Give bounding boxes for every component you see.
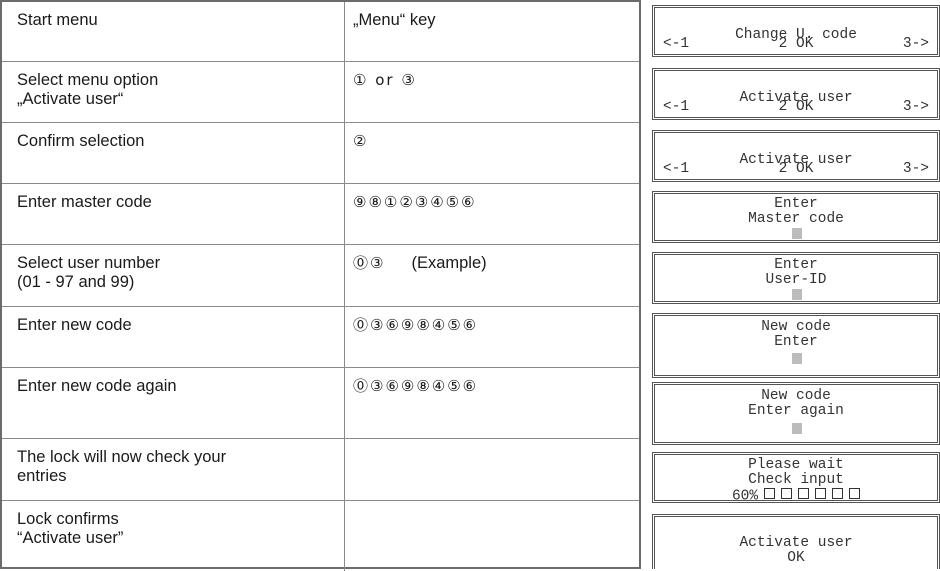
progress-boxes bbox=[758, 488, 861, 503]
cursor-block bbox=[792, 353, 802, 364]
table-row: Start menu „Menu“ key bbox=[2, 2, 639, 62]
step-text: Enter master code bbox=[17, 193, 152, 211]
key-sequence: ② bbox=[353, 132, 369, 150]
lcd-display: Activate user <-1 2 OK 3-> bbox=[652, 130, 940, 182]
lcd-line: OK bbox=[787, 550, 805, 566]
lcd-display: Activate user <-1 2 OK 3-> bbox=[652, 68, 940, 120]
step-cell: Confirm selection bbox=[2, 123, 344, 183]
table-row: Enter new code ⓪③⑥⑨⑧④⑤⑥ bbox=[2, 307, 639, 368]
progress-box bbox=[832, 488, 844, 499]
key-sequence: ⓪③ bbox=[353, 254, 386, 272]
nav-right: 3-> bbox=[902, 36, 929, 52]
step-cell: Enter new code again bbox=[2, 368, 344, 438]
action-cell bbox=[344, 439, 639, 500]
step-text-line2: (01 - 97 and 99) bbox=[17, 273, 135, 291]
step-text: The lock will now check your bbox=[17, 448, 227, 466]
step-text: Start menu bbox=[17, 11, 98, 29]
lcd-nav: <-1 2 OK 3-> bbox=[663, 37, 929, 52]
table-row: Select menu option „Activate user“ ① or … bbox=[2, 62, 639, 123]
lcd-line: Check input bbox=[748, 472, 844, 488]
step-cell: Select user number (01 - 97 and 99) bbox=[2, 245, 344, 306]
key-sequence: ⓪③⑥⑨⑧④⑤⑥ bbox=[353, 316, 479, 334]
lcd-line: Master code bbox=[748, 211, 844, 227]
progress-box bbox=[815, 488, 827, 499]
lcd-display: New code Enter bbox=[652, 313, 940, 378]
step-text: Enter new code bbox=[17, 316, 132, 334]
progress-box bbox=[781, 488, 793, 499]
step-cell: The lock will now check your entries bbox=[2, 439, 344, 500]
action-text: „Menu“ key bbox=[353, 11, 436, 29]
lcd-line: Enter bbox=[774, 334, 818, 350]
step-cell: Start menu bbox=[2, 2, 344, 61]
lcd-display: Activate user OK bbox=[652, 514, 940, 569]
table-row: Select user number (01 - 97 and 99) ⓪③ (E… bbox=[2, 245, 639, 307]
step-text: Lock confirms bbox=[17, 510, 119, 528]
lcd-nav: <-1 2 OK 3-> bbox=[663, 100, 929, 115]
key-sequence: ⑨⑧①②③④⑤⑥ bbox=[353, 193, 477, 211]
table-row: Enter new code again ⓪③⑥⑨⑧④⑤⑥ bbox=[2, 368, 639, 439]
example-note: (Example) bbox=[411, 254, 487, 272]
cursor-block bbox=[792, 228, 802, 239]
progress-box bbox=[798, 488, 810, 499]
lcd-display: Enter Master code bbox=[652, 191, 940, 243]
lcd-display: Change U. code <-1 2 OK 3-> bbox=[652, 5, 940, 57]
step-text: Enter new code again bbox=[17, 377, 177, 395]
progress-line: 60% bbox=[655, 488, 937, 504]
action-cell: ⓪③⑥⑨⑧④⑤⑥ bbox=[344, 368, 639, 438]
step-text-line2: entries bbox=[17, 467, 67, 485]
action-cell: ⑨⑧①②③④⑤⑥ bbox=[344, 184, 639, 244]
lcd-display: Please wait Check input 60% bbox=[652, 452, 940, 504]
key-sequence: ① or ③ bbox=[353, 71, 417, 89]
lcd-line: New code bbox=[761, 388, 831, 404]
lcd-line: Enter again bbox=[748, 403, 844, 419]
nav-ok: 2 OK bbox=[778, 36, 814, 52]
action-cell: ② bbox=[344, 123, 639, 183]
lcd-line: User-ID bbox=[765, 272, 827, 288]
lcd-nav: <-1 2 OK 3-> bbox=[663, 162, 929, 177]
progress-box bbox=[764, 488, 776, 499]
lcd-line: New code bbox=[761, 319, 831, 335]
table-row: The lock will now check your entries bbox=[2, 439, 639, 501]
nav-right: 3-> bbox=[902, 161, 929, 177]
step-text-line2: „Activate user“ bbox=[17, 90, 124, 108]
action-cell: ⓪③⑥⑨⑧④⑤⑥ bbox=[344, 307, 639, 367]
action-cell: ⓪③ (Example) bbox=[344, 245, 639, 306]
step-text: Confirm selection bbox=[17, 132, 145, 150]
table-row: Lock confirms “Activate user” bbox=[2, 501, 639, 571]
step-text: Select menu option bbox=[17, 71, 159, 89]
cursor-block bbox=[792, 289, 802, 300]
table-row: Enter master code ⑨⑧①②③④⑤⑥ bbox=[2, 184, 639, 245]
lcd-display: Enter User-ID bbox=[652, 252, 940, 304]
step-cell: Enter new code bbox=[2, 307, 344, 367]
progress-percent: 60% bbox=[731, 488, 759, 505]
nav-ok: 2 OK bbox=[778, 99, 814, 115]
action-cell bbox=[344, 501, 639, 571]
lcd-line: Enter bbox=[774, 196, 818, 212]
key-sequence: ⓪③⑥⑨⑧④⑤⑥ bbox=[353, 377, 479, 395]
step-cell: Lock confirms “Activate user” bbox=[2, 501, 344, 571]
lcd-line: Activate user bbox=[739, 535, 853, 551]
lcd-line: Enter bbox=[774, 257, 818, 273]
step-text: Select user number bbox=[17, 254, 161, 272]
nav-right: 3-> bbox=[902, 99, 929, 115]
action-cell: ① or ③ bbox=[344, 62, 639, 122]
progress-box bbox=[849, 488, 861, 499]
nav-ok: 2 OK bbox=[778, 161, 814, 177]
lcd-line: Please wait bbox=[748, 457, 844, 473]
step-text-line2: “Activate user” bbox=[17, 529, 124, 547]
cursor-block bbox=[792, 423, 802, 434]
step-cell: Enter master code bbox=[2, 184, 344, 244]
instruction-table: Start menu „Menu“ key Select menu option… bbox=[0, 0, 641, 571]
lcd-display: New code Enter again bbox=[652, 382, 940, 445]
action-cell: „Menu“ key bbox=[344, 2, 639, 61]
table-row: Confirm selection ② bbox=[2, 123, 639, 184]
step-cell: Select menu option „Activate user“ bbox=[2, 62, 344, 122]
